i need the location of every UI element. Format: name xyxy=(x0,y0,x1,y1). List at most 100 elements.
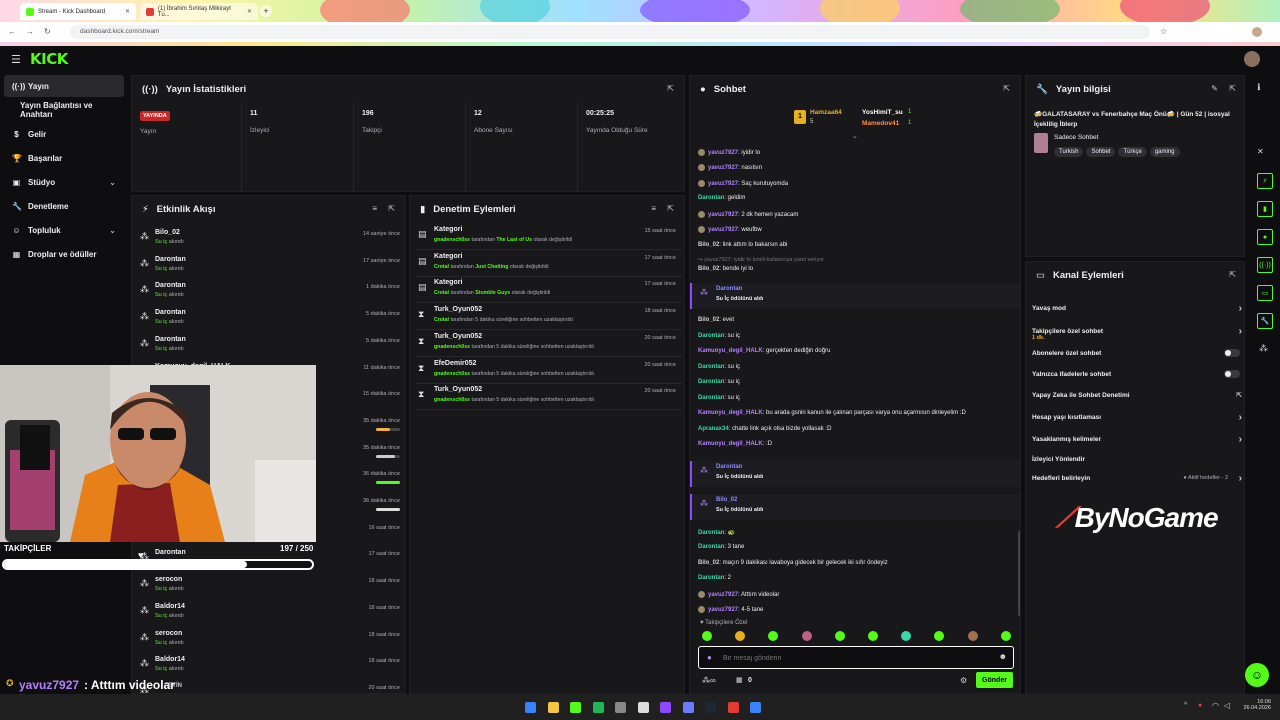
chat-message-input[interactable] xyxy=(723,651,983,665)
clock[interactable]: 16:06 26.04.2026 xyxy=(1243,699,1271,711)
shield-button[interactable]: ▮ xyxy=(1257,201,1273,217)
chat-message[interactable]: Kamuoyu_degil_HALK: bu arada gsnin kanun… xyxy=(698,410,966,416)
send-button[interactable]: Gönder xyxy=(976,672,1013,688)
chat-message[interactable]: yavuz7927: 2 dk hemen yazacam xyxy=(698,211,798,218)
help-chat-button[interactable]: ☺ xyxy=(1245,663,1269,687)
chat-username[interactable]: Bilo_02 xyxy=(698,242,719,248)
volume-icon[interactable]: ◁ xyxy=(1224,701,1230,710)
filter-icon[interactable]: ≡ xyxy=(372,204,377,213)
channel-action-item[interactable]: Hedefleri belirleyin ● Aktif hedefler - 2… xyxy=(1032,467,1242,489)
monitor-button[interactable]: ▭ xyxy=(1257,285,1273,301)
sidebar-item-basarilar[interactable]: 🏆 Başarılar xyxy=(4,147,124,169)
close-tab-icon[interactable]: ✕ xyxy=(247,8,252,15)
wifi-icon[interactable]: ◠ xyxy=(1212,701,1219,710)
event-user[interactable]: Darontan xyxy=(155,549,186,556)
chat-message[interactable]: yavuz7927: Atttım videolar xyxy=(698,591,779,598)
collapse-icon[interactable]: ✕ xyxy=(1257,147,1264,156)
chat-username[interactable]: Bilo_02 xyxy=(698,266,719,272)
external-link-icon[interactable]: ⇱ xyxy=(1236,391,1242,399)
leader-name[interactable]: Mamedov41 xyxy=(862,120,899,127)
emote-icon[interactable] xyxy=(934,631,945,641)
wrench-button[interactable]: 🔧 xyxy=(1257,313,1273,329)
toggle-switch[interactable] xyxy=(1224,349,1240,357)
tab-youtube[interactable]: (1) İbrahim Sırlıtaş Milkirayt Tu... ✕ xyxy=(140,3,258,20)
chat-username[interactable]: Darontan xyxy=(698,195,724,201)
chat-message[interactable]: Darontan: 3 tane xyxy=(698,544,744,550)
reload-icon[interactable]: ↻ xyxy=(44,27,51,36)
moderation-item[interactable]: ⧗ Turk_Oyun052 Crotal tarafından 5 dakika … xyxy=(416,303,682,331)
emote-icon[interactable] xyxy=(868,631,878,641)
channel-action-item[interactable]: Takipçilere özel sohbet 1 dk. › xyxy=(1032,320,1242,342)
forward-icon[interactable]: → xyxy=(26,27,34,36)
lightning-button[interactable]: ⚡ xyxy=(1257,173,1273,189)
chat-username[interactable]: yavuz7927 xyxy=(708,592,738,598)
kick-logo[interactable]: KICK xyxy=(30,50,68,68)
moderation-actor[interactable]: gnadensch0ss xyxy=(434,344,470,350)
emote-icon[interactable] xyxy=(834,631,845,641)
emote-icon[interactable] xyxy=(702,631,712,641)
moderation-item[interactable]: ⧗ EfeDemir052 gnadensch0ss tarafından 5 da… xyxy=(416,357,682,384)
event-user[interactable]: Baldor14 xyxy=(155,603,185,610)
chat-message[interactable]: Kamuoyu_degil_HALK: gerçekten dediğin do… xyxy=(698,348,830,354)
chevron-right-icon[interactable]: › xyxy=(1239,326,1242,337)
popout-icon[interactable]: ⇱ xyxy=(1229,84,1236,93)
steam-icon[interactable] xyxy=(705,702,716,713)
event-item[interactable]: ⁂ Darontan Su iç akındı 1 dakika önce xyxy=(138,279,405,305)
chevron-down-icon[interactable]: ⌄ xyxy=(852,132,858,140)
chat-scrollbar[interactable] xyxy=(1018,531,1020,616)
moderation-item[interactable]: ⧗ Turk_Oyun052 gnadensch0ss tarafından 5 d… xyxy=(416,383,682,411)
chat-message[interactable]: Darontan: 2 xyxy=(698,575,731,581)
chat-username[interactable]: Darontan xyxy=(698,379,724,385)
chat-message[interactable]: yavuz7927: 4-5 tane xyxy=(698,606,763,613)
chat-message[interactable]: yavuz7927: iyidir lo xyxy=(698,149,760,156)
sidebar-item-yayin[interactable]: ((·)) Yayın xyxy=(4,75,124,97)
sidebar-item-studyo[interactable]: ▣ Stüdyo ⌄ xyxy=(4,171,124,193)
moderation-actor[interactable]: gnadensch0ss xyxy=(434,371,470,377)
sidebar-item-denetleme[interactable]: 🔧 Denetleme xyxy=(4,195,124,217)
chat-message[interactable]: Bilo_02: bende iyi lo xyxy=(698,266,753,272)
popout-icon[interactable]: ⇱ xyxy=(667,84,674,93)
emote-icon[interactable] xyxy=(768,631,779,641)
chat-button[interactable]: ● xyxy=(1257,229,1273,245)
chat-message[interactable]: Darontan: su iç xyxy=(698,333,740,339)
chat-username[interactable]: Bilo_02 xyxy=(698,317,719,323)
chat-username[interactable]: Kamuoyu_degil_HALK xyxy=(698,348,763,354)
hamburger-menu-icon[interactable]: ☰ xyxy=(11,53,21,66)
chat-username[interactable]: Darontan xyxy=(698,544,724,550)
moderation-item[interactable]: ▤ Kategori Crotal tarafından Stumble Guys … xyxy=(416,276,682,304)
chat-username[interactable]: Darontan xyxy=(698,575,724,581)
chat-message[interactable]: Darontan: geldim xyxy=(698,195,745,201)
reward-user[interactable]: Darontan xyxy=(716,286,742,292)
event-user[interactable]: serocon xyxy=(155,630,182,637)
category-name[interactable]: Sadece Sohbet xyxy=(1054,134,1098,141)
event-item[interactable]: ⁂ Darontan Su iç akındı 5 dakika önce xyxy=(138,333,405,359)
event-user[interactable]: Bilo_02 xyxy=(155,229,180,236)
event-user[interactable]: Darontan xyxy=(155,256,186,263)
mic-icon[interactable]: ● xyxy=(707,653,712,662)
file-explorer-icon[interactable] xyxy=(547,702,559,713)
emote-icon[interactable] xyxy=(1000,631,1011,641)
chat-username[interactable]: Kamuoyu_degil_HALK xyxy=(698,410,763,416)
chat-username[interactable]: Kamuoyu_degil_HALK xyxy=(698,441,763,447)
channel-action-item[interactable]: Abonelere özel sohbet xyxy=(1032,342,1242,364)
chat-message[interactable]: Darontan: su iç xyxy=(698,364,740,370)
event-user[interactable]: serocon xyxy=(155,576,182,583)
edit-pencil-icon[interactable]: ✎ xyxy=(1211,84,1218,93)
channel-action-item[interactable]: Yavaş mod › xyxy=(1032,297,1242,319)
chat-username[interactable]: Darontan xyxy=(698,530,724,536)
emote-icon[interactable] xyxy=(801,631,812,641)
event-item[interactable]: ⁂ Darontan Su iç akındı 5 dakika önce xyxy=(138,306,405,332)
event-item[interactable]: ⁂ Bilo_02 Su iç akındı 14 saniye önce xyxy=(138,226,405,252)
moderation-actor[interactable]: Crotal xyxy=(434,317,449,323)
app-icon[interactable] xyxy=(750,702,761,713)
reward-user[interactable]: Darontan xyxy=(716,464,742,470)
chevron-right-icon[interactable]: › xyxy=(1239,434,1242,445)
chat-message[interactable]: Bilo_02: evet xyxy=(698,317,734,323)
toggle-switch[interactable] xyxy=(1224,370,1240,378)
leader-name[interactable]: Hamzaa64 xyxy=(810,109,842,116)
chat-username[interactable]: Apranax34 xyxy=(698,426,729,432)
reward-user[interactable]: Bilo_02 xyxy=(716,497,737,503)
tray-chevron-icon[interactable]: ^ xyxy=(1184,702,1187,709)
filter-icon[interactable]: ≡ xyxy=(651,204,656,213)
leader-name[interactable]: YosHimiT_su xyxy=(862,109,903,116)
